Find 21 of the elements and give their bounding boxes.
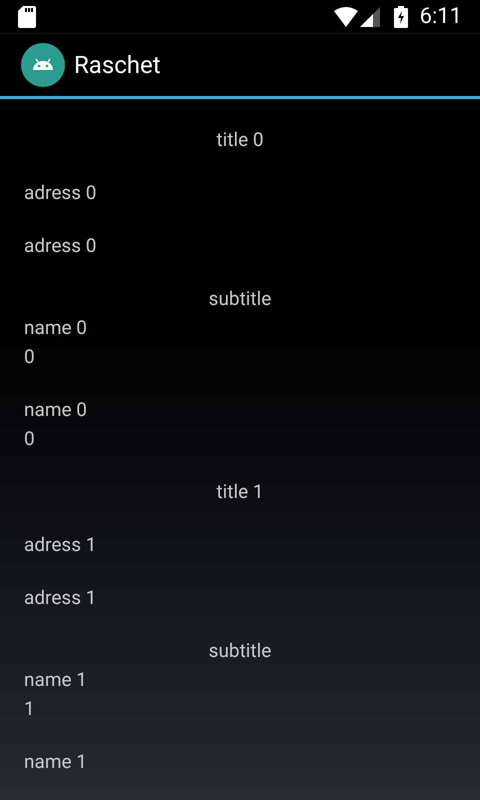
sd-card-icon [18, 6, 36, 28]
value-text: 1 [24, 696, 35, 722]
name-text: name 1 [24, 667, 87, 693]
section-subtitle: subtitle [208, 286, 272, 312]
signal-icon [360, 6, 380, 27]
battery-charging-icon [394, 6, 408, 28]
section-title: title 1 [216, 479, 264, 505]
section-subtitle: subtitle [208, 638, 272, 664]
address-text: adress 0 [24, 233, 96, 259]
address-text: adress 1 [24, 585, 96, 611]
section-title: title 0 [216, 127, 264, 153]
value-text: 0 [24, 426, 35, 452]
name-text: name 1 [24, 749, 87, 775]
name-text: name 0 [24, 315, 87, 341]
android-app-icon [21, 43, 65, 88]
address-text: adress 1 [24, 532, 96, 558]
name-text: name 0 [24, 397, 87, 423]
value-text: 0 [24, 344, 35, 370]
app-title: Raschet [74, 50, 161, 82]
clock-time: 6:11 [420, 3, 462, 32]
address-text: adress 0 [24, 180, 96, 206]
